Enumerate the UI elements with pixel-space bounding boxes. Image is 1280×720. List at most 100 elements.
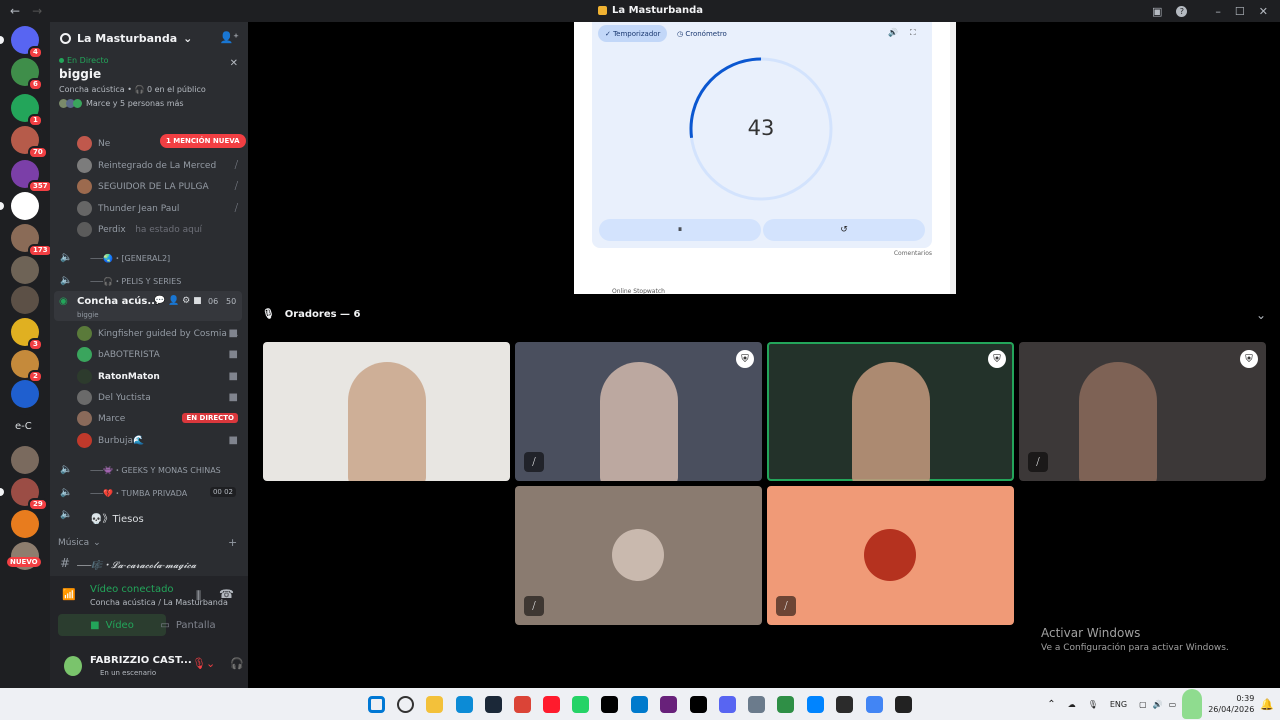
voice-channel[interactable]: 🔈 ⸺🎧・PELIS Y SERIES: [50, 271, 248, 291]
server-header[interactable]: La Masturbanda ⌄ 👤⁺: [50, 22, 248, 54]
mic-muted-icon[interactable]: 🎙⌄: [192, 657, 215, 670]
notification-icon[interactable]: 🔔: [1260, 698, 1274, 711]
inbox-icon[interactable]: ▣: [1152, 5, 1162, 18]
member-name: bABOTERISTA: [98, 350, 160, 361]
speakers-header: 🎙 Oradores — 6: [262, 309, 361, 320]
clock[interactable]: 0:39 26/04/2026: [1208, 693, 1254, 715]
server-icon[interactable]: [11, 256, 39, 284]
fullscreen-icon[interactable]: ⛶: [910, 28, 916, 38]
forward-arrow-icon[interactable]: →: [32, 4, 42, 18]
tab-timer[interactable]: ✓ Temporizador: [598, 25, 668, 42]
feedback-link[interactable]: Comentarios: [894, 250, 932, 257]
intellij-icon[interactable]: [601, 696, 618, 713]
screen-share-view[interactable]: ✓ Temporizador ◷ Cronómetro 🔊 ⛶ 43 ⏸ ↺ C…: [574, 22, 956, 295]
speaker-tile[interactable]: ⧸: [767, 486, 1014, 625]
cloud-icon[interactable]: ☁: [1068, 700, 1076, 709]
server-icon[interactable]: [11, 510, 39, 538]
notepad-icon[interactable]: [777, 696, 794, 713]
screen-share-button[interactable]: ▭ Pantalla: [136, 614, 240, 636]
live-stage-card[interactable]: En Directo biggie ✕ Concha acústica • 🎧 …: [50, 54, 248, 112]
speaker-tile[interactable]: ⛨: [767, 342, 1014, 481]
whatsapp-icon[interactable]: [572, 696, 589, 713]
voice-channel[interactable]: 🔈 ⸺💔・TUMBA PRIVADA 00 02: [50, 483, 248, 503]
back-arrow-icon[interactable]: ←: [10, 4, 20, 18]
user-limit: 00 02: [209, 486, 236, 497]
tiktok-icon[interactable]: [690, 696, 707, 713]
unread-badge: 357: [28, 180, 50, 193]
channel-member[interactable]: bABOTERISTA ■: [50, 345, 248, 365]
system-tray: ⌃ ☁ 🎙 ENG ▢ 🔊 ▭ 0:39 26/04/2026 🔔: [1047, 688, 1280, 720]
chrome-icon[interactable]: [514, 696, 531, 713]
text-channel[interactable]: # ⸺🎼・𝓛𝓪-𝓬𝓪𝓻𝓪𝓬𝓸𝓵𝓪-𝓶𝓪𝓰𝓲𝓬𝓪: [50, 554, 248, 574]
windows-icon[interactable]: [368, 696, 385, 713]
category-music[interactable]: Música ⌄: [58, 538, 101, 548]
voice-channel[interactable]: 🔈 💀》Tiesos: [50, 505, 248, 525]
channel-member[interactable]: Kingfisher guided by Cosmia ... ■: [50, 324, 248, 344]
channel-member[interactable]: Marce EN DIRECTO: [50, 409, 248, 429]
community-icon: [60, 32, 71, 44]
folder-icon[interactable]: [426, 696, 443, 713]
app-icon[interactable]: [895, 696, 912, 713]
voice-channel[interactable]: 🔈 ⸺👾・GEEKS Y MONAS CHINAS: [50, 460, 248, 480]
speaker-tile[interactable]: ⛨ ⧸: [515, 342, 762, 481]
channel-member[interactable]: RatonMaton ■: [50, 367, 248, 387]
vscode-icon[interactable]: [631, 696, 648, 713]
volume-icon[interactable]: 🔊: [888, 28, 898, 37]
terminal-icon[interactable]: [836, 696, 853, 713]
volume-tray-icon[interactable]: 🔊: [1153, 700, 1163, 709]
disconnect-icon[interactable]: ☎: [219, 587, 234, 601]
signal-icon[interactable]: 📶: [62, 588, 76, 601]
server-icon[interactable]: [11, 286, 39, 314]
speaker-tile[interactable]: ⛨ ⧸: [1019, 342, 1266, 481]
opera-icon[interactable]: [543, 696, 560, 713]
voice-status[interactable]: Vídeo conectado: [90, 584, 174, 595]
server-icon[interactable]: [11, 380, 39, 408]
speaker-tile[interactable]: ⧸: [515, 486, 762, 625]
stage-member[interactable]: Perdix ha estado aquí: [50, 220, 248, 240]
voice-channel[interactable]: 🔈 ⸺🌏・[GENERAL2]: [50, 248, 248, 268]
chevron-up-icon[interactable]: ⌃: [1047, 699, 1055, 710]
channel-member[interactable]: Del Yuctista ■: [50, 388, 248, 408]
mention-badge[interactable]: 1 MENCIÓN NUEVA: [160, 134, 246, 148]
add-member-icon[interactable]: 👤⁺: [219, 31, 239, 44]
help-icon[interactable]: ?: [1176, 5, 1188, 17]
active-channel[interactable]: ◉ Concha acús... 💬 👤 ⚙ ■ 06 50 biggie: [54, 291, 242, 321]
close-window-icon[interactable]: ✕: [1259, 5, 1268, 18]
avatar[interactable]: [64, 656, 82, 676]
network-icon[interactable]: ▢: [1139, 700, 1147, 709]
settings-icon[interactable]: [748, 696, 765, 713]
pause-button[interactable]: ⏸: [599, 219, 761, 241]
server-text-item[interactable]: e-C: [15, 421, 32, 432]
channel-member[interactable]: Burbuja🌊 ■: [50, 431, 248, 451]
headphones-icon[interactable]: 🎧: [230, 657, 244, 670]
server-icon[interactable]: [11, 446, 39, 474]
language[interactable]: ENG: [1110, 700, 1127, 709]
tab-stopwatch[interactable]: ◷ Cronómetro: [670, 25, 734, 42]
messenger-icon[interactable]: [807, 696, 824, 713]
reset-button[interactable]: ↺: [763, 219, 925, 241]
maximize-icon[interactable]: ☐: [1235, 5, 1245, 18]
speaker-tile[interactable]: [263, 342, 510, 481]
stage-member[interactable]: Reintegrado de La Merced ⧸: [50, 156, 248, 176]
steam-icon[interactable]: [485, 696, 502, 713]
add-channel-icon[interactable]: +: [228, 536, 237, 549]
unread-badge: 173: [28, 244, 50, 257]
stage-member[interactable]: Thunder Jean Paul ⧸: [50, 199, 248, 219]
scrollbar[interactable]: [950, 22, 956, 294]
minimize-icon[interactable]: –: [1215, 5, 1221, 18]
channel-actions-icon[interactable]: 💬 👤 ⚙ ■: [154, 296, 202, 306]
edge-icon[interactable]: [456, 696, 473, 713]
user-name[interactable]: FABRIZZIO CAST...: [90, 655, 192, 666]
discord-icon[interactable]: [719, 696, 736, 713]
server-icon[interactable]: [11, 192, 39, 220]
close-icon[interactable]: ✕: [230, 58, 238, 69]
soundboard-icon[interactable]: ⫼: [196, 589, 201, 603]
mic-tray-icon[interactable]: 🎙: [1088, 700, 1098, 709]
battery-icon[interactable]: ▭: [1169, 700, 1177, 709]
chrome-icon-2[interactable]: [866, 696, 883, 713]
collapse-chevron-icon[interactable]: ⌄: [1256, 308, 1266, 322]
search-icon[interactable]: [397, 696, 414, 713]
visualstudio-icon[interactable]: [660, 696, 677, 713]
voice-location[interactable]: Concha acústica / La Masturbanda: [90, 598, 228, 607]
stage-member[interactable]: SEGUIDOR DE LA PULGA ⧸: [50, 177, 248, 197]
